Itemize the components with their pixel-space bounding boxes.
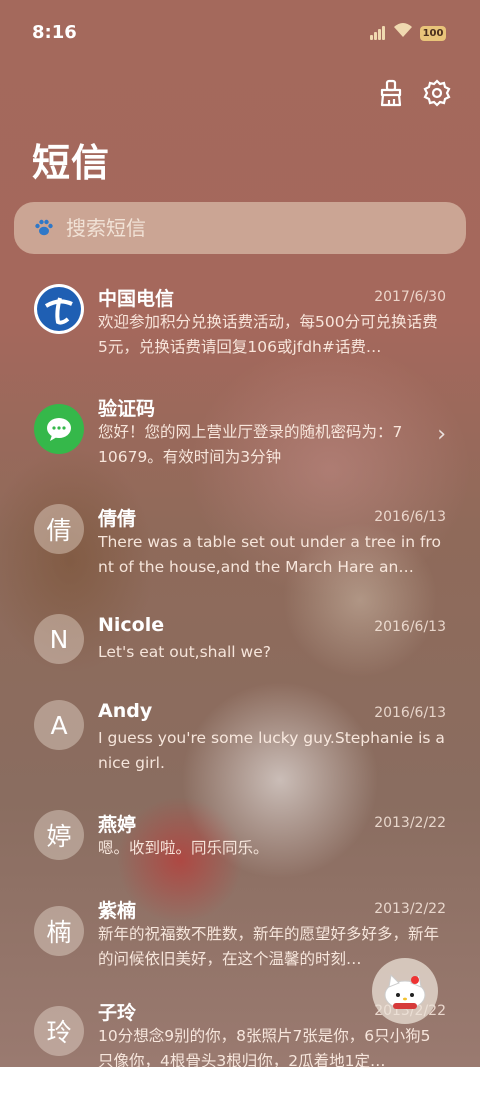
message-bubble-icon	[34, 404, 84, 454]
wifi-icon	[393, 22, 413, 43]
message-date: 2013/2/22	[374, 815, 446, 831]
message-preview: Let's eat out,shall we?	[98, 643, 271, 661]
message-preview: 欢迎参加积分兑换话费活动，每500分可兑换话费5元，兑换话费请回复106或jfd…	[98, 313, 438, 356]
contact-name: 倩倩	[98, 508, 137, 530]
signal-icon	[370, 26, 388, 40]
search-input[interactable]	[64, 215, 448, 241]
contact-name: 中国电信	[98, 288, 175, 310]
page-title: 短信	[32, 141, 111, 185]
new-message-button[interactable]	[372, 958, 438, 1024]
avatar: A	[34, 700, 84, 750]
contact-name: Nicole	[98, 614, 165, 636]
status-bar: 8:16 100	[0, 0, 480, 64]
contact-name: Andy	[98, 700, 153, 722]
avatar: N	[34, 614, 84, 664]
avatar: 婷	[34, 810, 84, 860]
chevron-right-icon[interactable]: ›	[437, 422, 446, 447]
battery-icon: 100	[420, 26, 446, 41]
message-preview: There was a table set out under a tree i…	[98, 533, 441, 576]
contact-name: 紫楠	[98, 900, 137, 922]
message-date: 2016/6/13	[374, 509, 446, 525]
message-preview: I guess you're some lucky guy.Stephanie …	[98, 729, 445, 772]
conversation-item[interactable]: 倩 倩倩 2016/6/13 There was a table set out…	[0, 496, 480, 606]
status-time: 8:16	[32, 22, 77, 43]
message-date: 2016/6/13	[374, 705, 446, 721]
conversation-item[interactable]: 验证码 您好！您的网上营业厅登录的随机密码为：710679。有效时间为3分钟 ›	[0, 386, 480, 496]
message-date: 2016/6/13	[374, 619, 446, 635]
avatar: 倩	[34, 504, 84, 554]
message-date: 2017/6/30	[374, 289, 446, 305]
search-bar[interactable]	[14, 202, 466, 254]
avatar: 玲	[34, 1006, 84, 1056]
clean-brush-icon[interactable]	[376, 78, 406, 108]
paw-icon	[35, 219, 53, 236]
hello-kitty-icon	[384, 973, 426, 1010]
conversation-item[interactable]: 中国电信 2017/6/30 欢迎参加积分兑换话费活动，每500分可兑换话费5元…	[0, 276, 480, 386]
contact-name: 燕婷	[98, 814, 137, 836]
conversation-item[interactable]: N Nicole 2016/6/13 Let's eat out,shall w…	[0, 606, 480, 692]
message-date: 2013/2/22	[374, 901, 446, 917]
settings-gear-icon[interactable]	[422, 78, 452, 108]
avatar: 楠	[34, 906, 84, 956]
message-preview: 嗯。收到啦。同乐同乐。	[98, 839, 269, 857]
telecom-logo-icon	[34, 284, 84, 334]
conversation-item[interactable]: 婷 燕婷 2013/2/22 嗯。收到啦。同乐同乐。	[0, 802, 480, 888]
contact-name: 验证码	[98, 398, 156, 420]
conversation-item[interactable]: A Andy 2016/6/13 I guess you're some luc…	[0, 692, 480, 802]
message-preview: 您好！您的网上营业厅登录的随机密码为：710679。有效时间为3分钟	[98, 423, 403, 466]
contact-name: 子玲	[98, 1002, 137, 1024]
